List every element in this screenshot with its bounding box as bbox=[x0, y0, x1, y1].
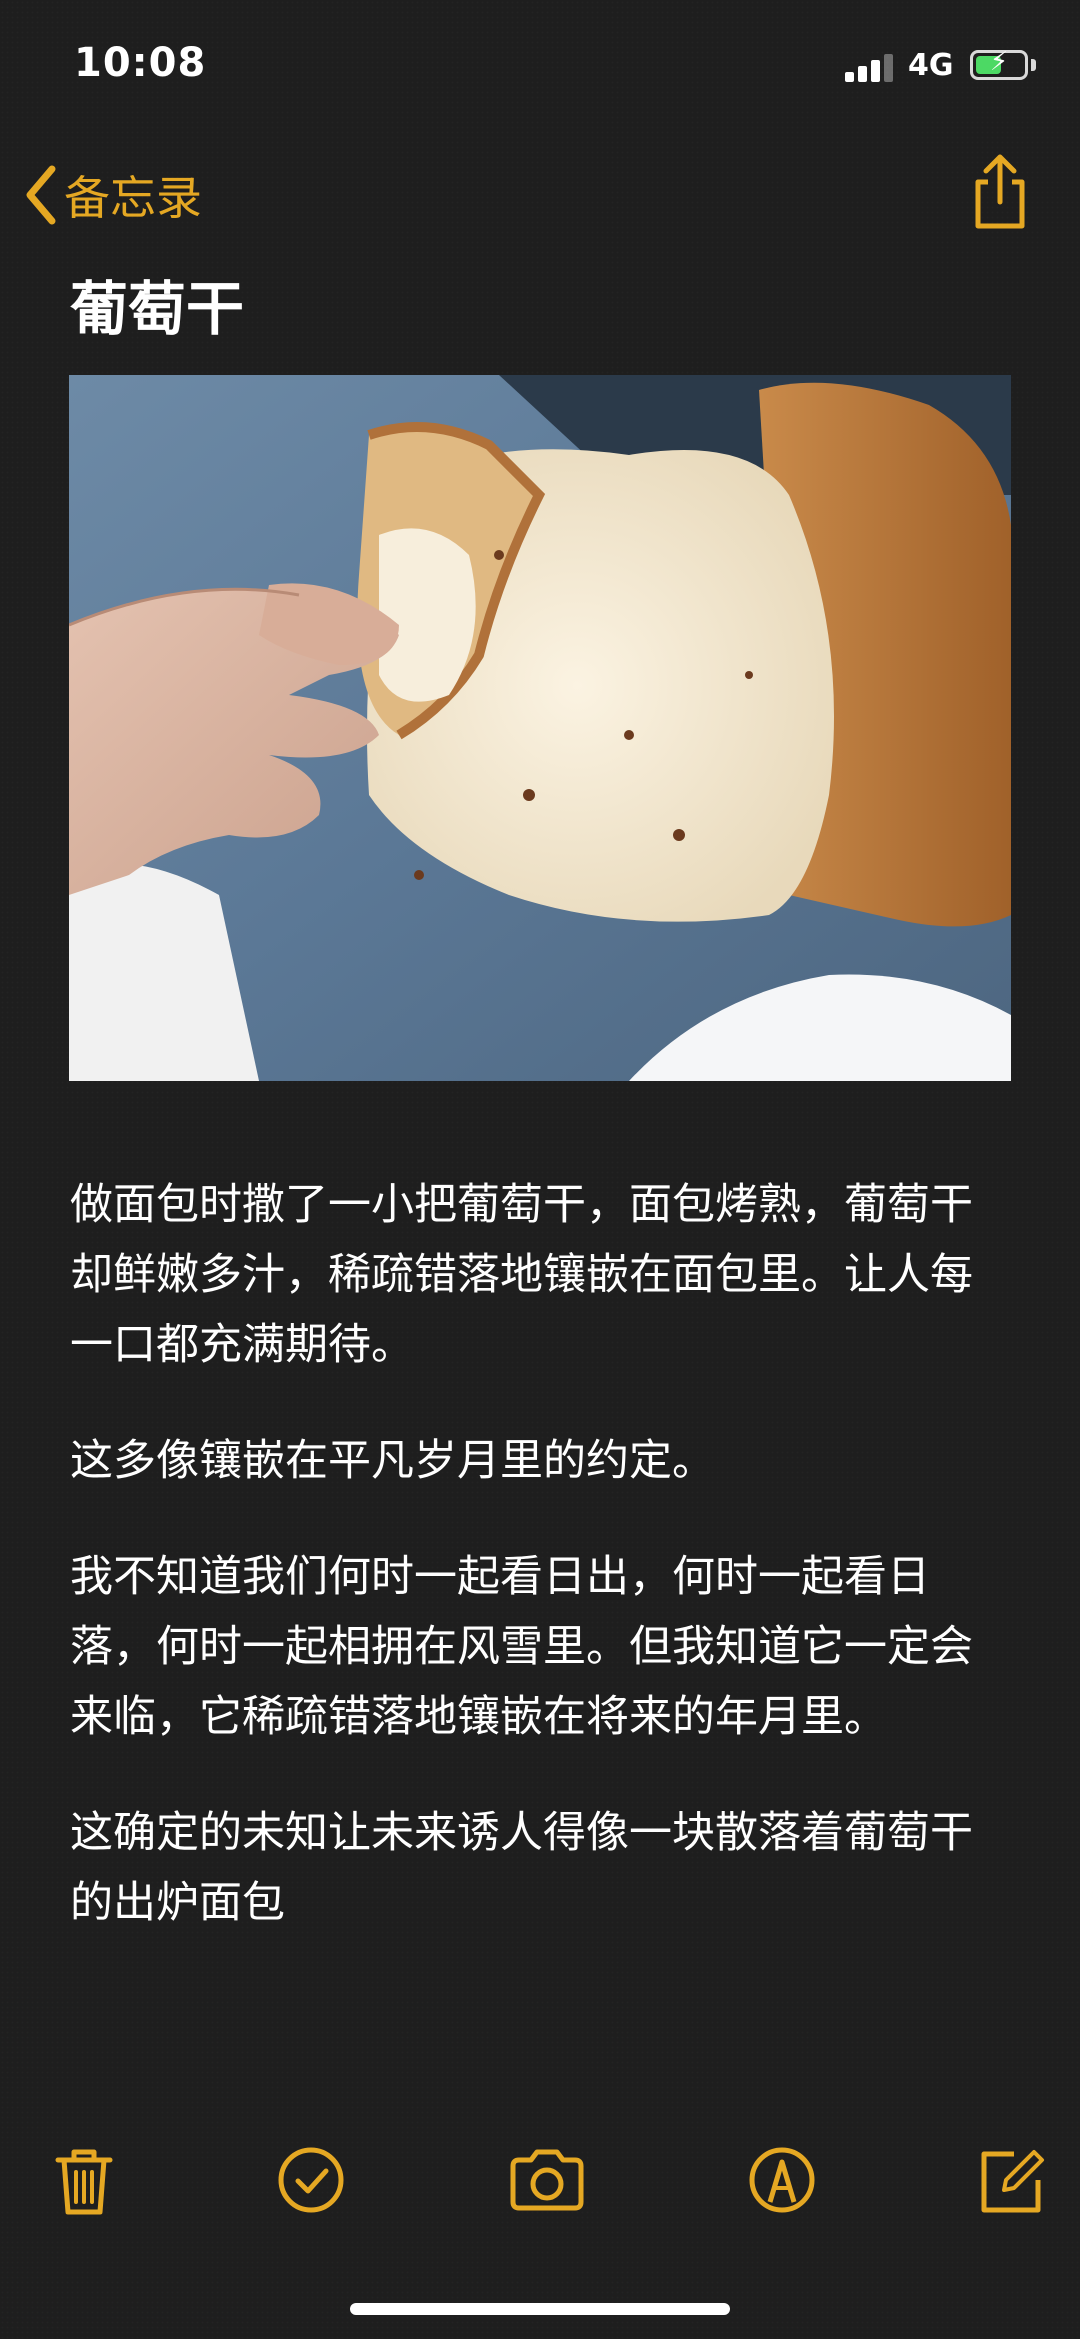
camera-icon bbox=[510, 2149, 584, 2211]
battery-tip bbox=[1031, 59, 1036, 71]
note-paragraph: 做面包时撒了一小把葡萄干，面包烤熟，葡萄干却鲜嫩多汁，稀疏错落地镶嵌在面包里。让… bbox=[70, 1180, 973, 1370]
note-paragraph: 这多像镶嵌在平凡岁月里的约定。 bbox=[70, 1436, 715, 1486]
compose-icon bbox=[981, 2150, 1044, 2213]
status-bar: 10:08 4G ⚡ bbox=[0, 0, 1080, 130]
back-button[interactable]: 备忘录 bbox=[22, 160, 202, 230]
delete-button[interactable] bbox=[44, 2140, 124, 2220]
note-title: 葡萄干 bbox=[70, 275, 245, 343]
back-label: 备忘录 bbox=[64, 171, 202, 225]
network-type: 4G bbox=[908, 48, 954, 83]
checklist-icon bbox=[278, 2147, 344, 2213]
checklist-button[interactable] bbox=[271, 2140, 351, 2220]
markup-icon bbox=[749, 2147, 815, 2213]
signal-icon bbox=[845, 52, 897, 82]
note-photo[interactable] bbox=[69, 375, 1011, 1081]
share-icon bbox=[975, 154, 1025, 229]
note-body[interactable]: 做面包时撒了一小把葡萄干，面包烤熟，葡萄干却鲜嫩多汁，稀疏错落地镶嵌在面包里。让… bbox=[70, 1170, 1010, 1984]
markup-button[interactable] bbox=[742, 2140, 822, 2220]
chevron-left-icon bbox=[26, 165, 56, 225]
status-time: 10:08 bbox=[74, 40, 207, 86]
note-paragraph: 这确定的未知让未来诱人得像一块散落着葡萄干的出炉面包 bbox=[70, 1808, 973, 1928]
camera-button[interactable] bbox=[507, 2140, 587, 2220]
bottom-toolbar bbox=[0, 2130, 1080, 2230]
battery-icon: ⚡ bbox=[970, 47, 1028, 80]
home-indicator[interactable] bbox=[350, 2303, 730, 2315]
note-paragraph: 我不知道我们何时一起看日出，何时一起看日落，何时一起相拥在风雪里。但我知道它一定… bbox=[70, 1552, 973, 1742]
trash-icon bbox=[55, 2149, 113, 2215]
share-button[interactable] bbox=[964, 152, 1036, 232]
nav-bar: 备忘录 bbox=[0, 140, 1080, 240]
compose-button[interactable] bbox=[970, 2140, 1050, 2220]
